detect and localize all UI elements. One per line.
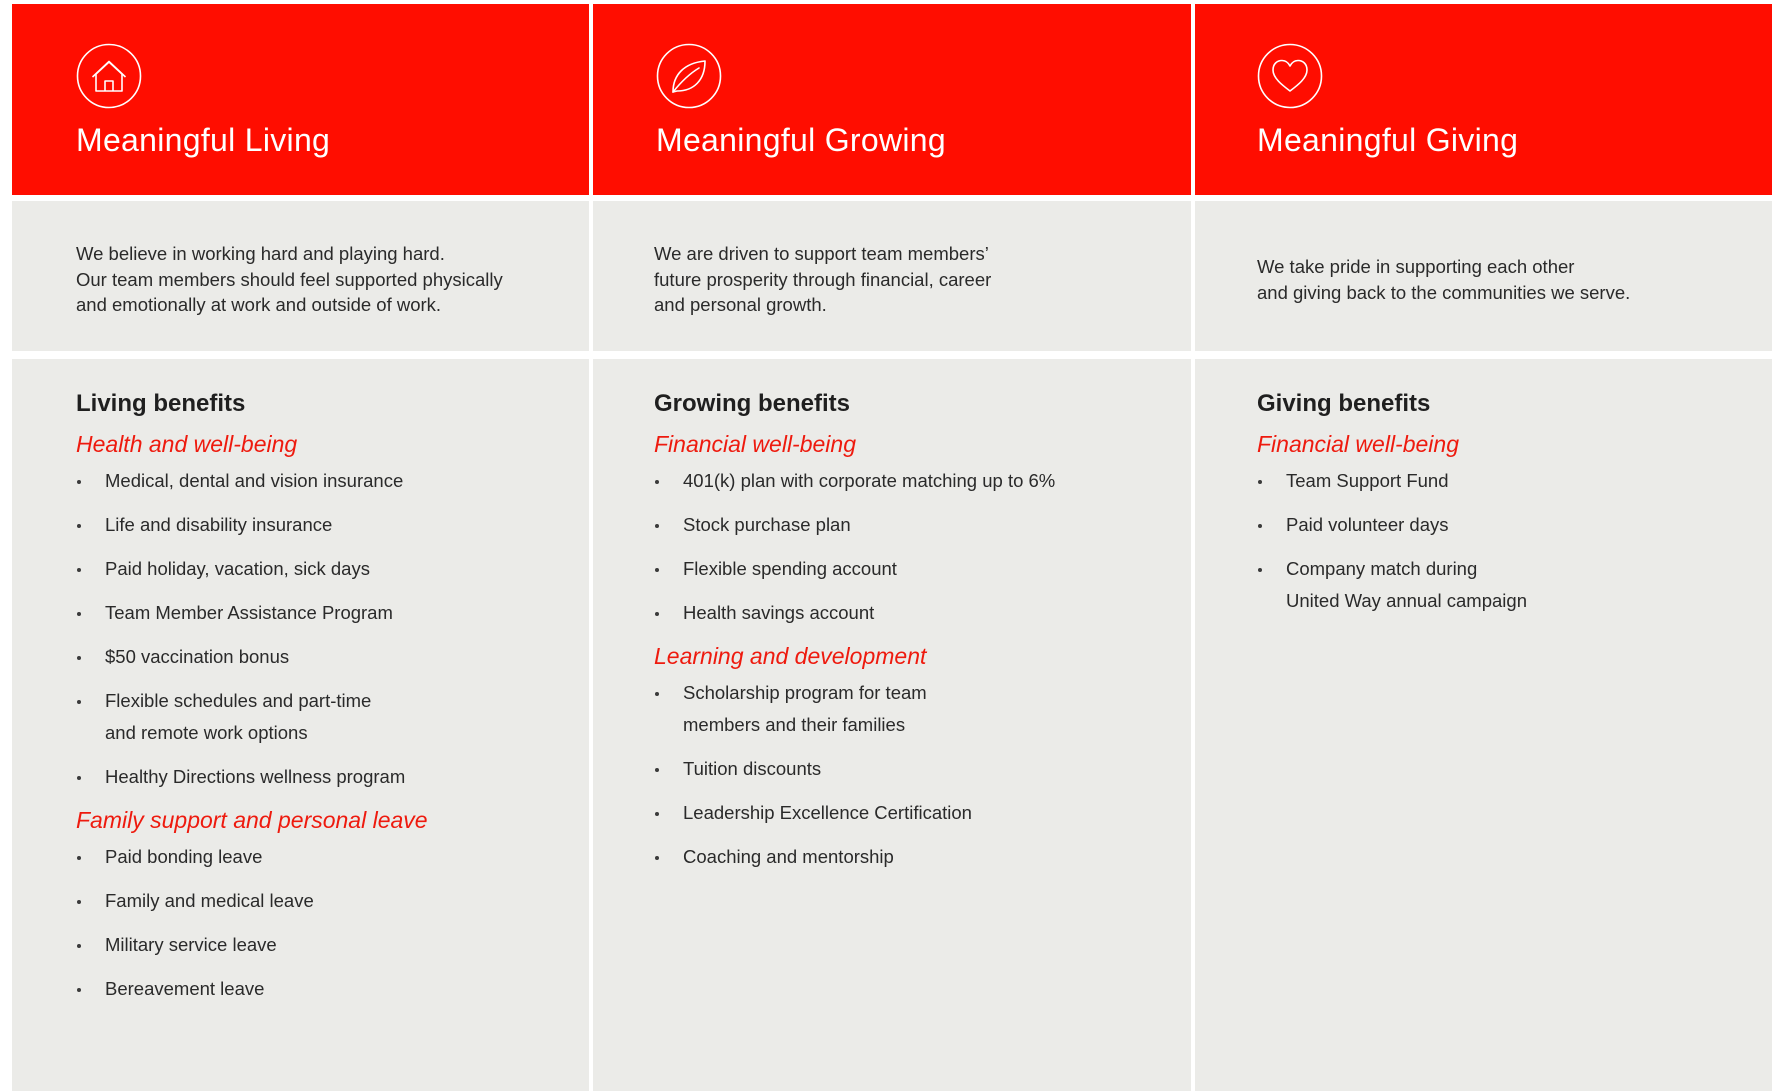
heart-icon bbox=[1257, 43, 1323, 109]
intro-text: We are driven to support team members’ f… bbox=[654, 243, 992, 315]
giving-header: Meaningful Giving bbox=[1195, 4, 1772, 195]
list-item: Leadership Excellence Certification bbox=[654, 797, 1175, 829]
list-item: Company match during United Way annual c… bbox=[1257, 553, 1756, 617]
benefit-list: Medical, dental and vision insurance Lif… bbox=[76, 465, 573, 793]
intro-text: We believe in working hard and playing h… bbox=[76, 243, 503, 315]
house-icon bbox=[76, 43, 142, 109]
benefits-panel: Living benefits Health and well-being Me… bbox=[12, 359, 589, 1091]
list-item: Healthy Directions wellness program bbox=[76, 761, 573, 793]
list-item: Flexible spending account bbox=[654, 553, 1175, 585]
column-title: Meaningful Giving bbox=[1257, 122, 1519, 158]
list-item: 401(k) plan with corporate matching up t… bbox=[654, 465, 1175, 497]
section-heading: Learning and development bbox=[654, 643, 927, 669]
benefit-list: Team Support Fund Paid volunteer days Co… bbox=[1257, 465, 1756, 617]
intro-panel: We take pride in supporting each other a… bbox=[1195, 201, 1772, 351]
benefits-title: Living benefits bbox=[76, 390, 246, 417]
benefit-list: Paid bonding leave Family and medical le… bbox=[76, 841, 573, 1005]
list-item: $50 vaccination bonus bbox=[76, 641, 573, 673]
section-heading: Family support and personal leave bbox=[76, 807, 428, 833]
list-item: Bereavement leave bbox=[76, 973, 573, 1005]
leaf-icon bbox=[656, 43, 722, 109]
section-heading: Financial well-being bbox=[654, 431, 856, 457]
column-title: Meaningful Growing bbox=[656, 122, 946, 158]
list-item: Stock purchase plan bbox=[654, 509, 1175, 541]
column-giving: Meaningful Giving We take pride in suppo… bbox=[1195, 4, 1772, 1091]
list-item: Coaching and mentorship bbox=[654, 841, 1175, 873]
list-item: Family and medical leave bbox=[76, 885, 573, 917]
list-item: Health savings account bbox=[654, 597, 1175, 629]
list-item: Medical, dental and vision insurance bbox=[76, 465, 573, 497]
list-item: Military service leave bbox=[76, 929, 573, 961]
intro-text: We take pride in supporting each other a… bbox=[1257, 256, 1631, 303]
intro-panel: We are driven to support team members’ f… bbox=[593, 201, 1191, 351]
living-header: Meaningful Living bbox=[12, 4, 589, 195]
list-item: Paid holiday, vacation, sick days bbox=[76, 553, 573, 585]
column-title: Meaningful Living bbox=[76, 122, 331, 158]
growing-header: Meaningful Growing bbox=[593, 4, 1191, 195]
benefits-title: Growing benefits bbox=[654, 390, 851, 417]
list-item: Team Support Fund bbox=[1257, 465, 1756, 497]
list-item: Tuition discounts bbox=[654, 753, 1175, 785]
column-growing: Meaningful Growing We are driven to supp… bbox=[593, 4, 1191, 1091]
list-item: Paid bonding leave bbox=[76, 841, 573, 873]
list-item: Team Member Assistance Program bbox=[76, 597, 573, 629]
benefits-panel: Growing benefits Financial well-being 40… bbox=[593, 359, 1191, 1091]
section-heading: Financial well-being bbox=[1257, 431, 1459, 457]
intro-panel: We believe in working hard and playing h… bbox=[12, 201, 589, 351]
list-item: Life and disability insurance bbox=[76, 509, 573, 541]
benefit-list: 401(k) plan with corporate matching up t… bbox=[654, 465, 1175, 629]
list-item: Flexible schedules and part-time and rem… bbox=[76, 685, 573, 749]
column-living: Meaningful Living We believe in working … bbox=[12, 4, 589, 1091]
list-item: Paid volunteer days bbox=[1257, 509, 1756, 541]
section-heading: Health and well-being bbox=[76, 431, 298, 457]
benefits-title: Giving benefits bbox=[1257, 390, 1431, 417]
list-item: Scholarship program for team members and… bbox=[654, 677, 1175, 741]
benefits-panel: Giving benefits Financial well-being Tea… bbox=[1195, 359, 1772, 1091]
benefit-list: Scholarship program for team members and… bbox=[654, 677, 1175, 873]
